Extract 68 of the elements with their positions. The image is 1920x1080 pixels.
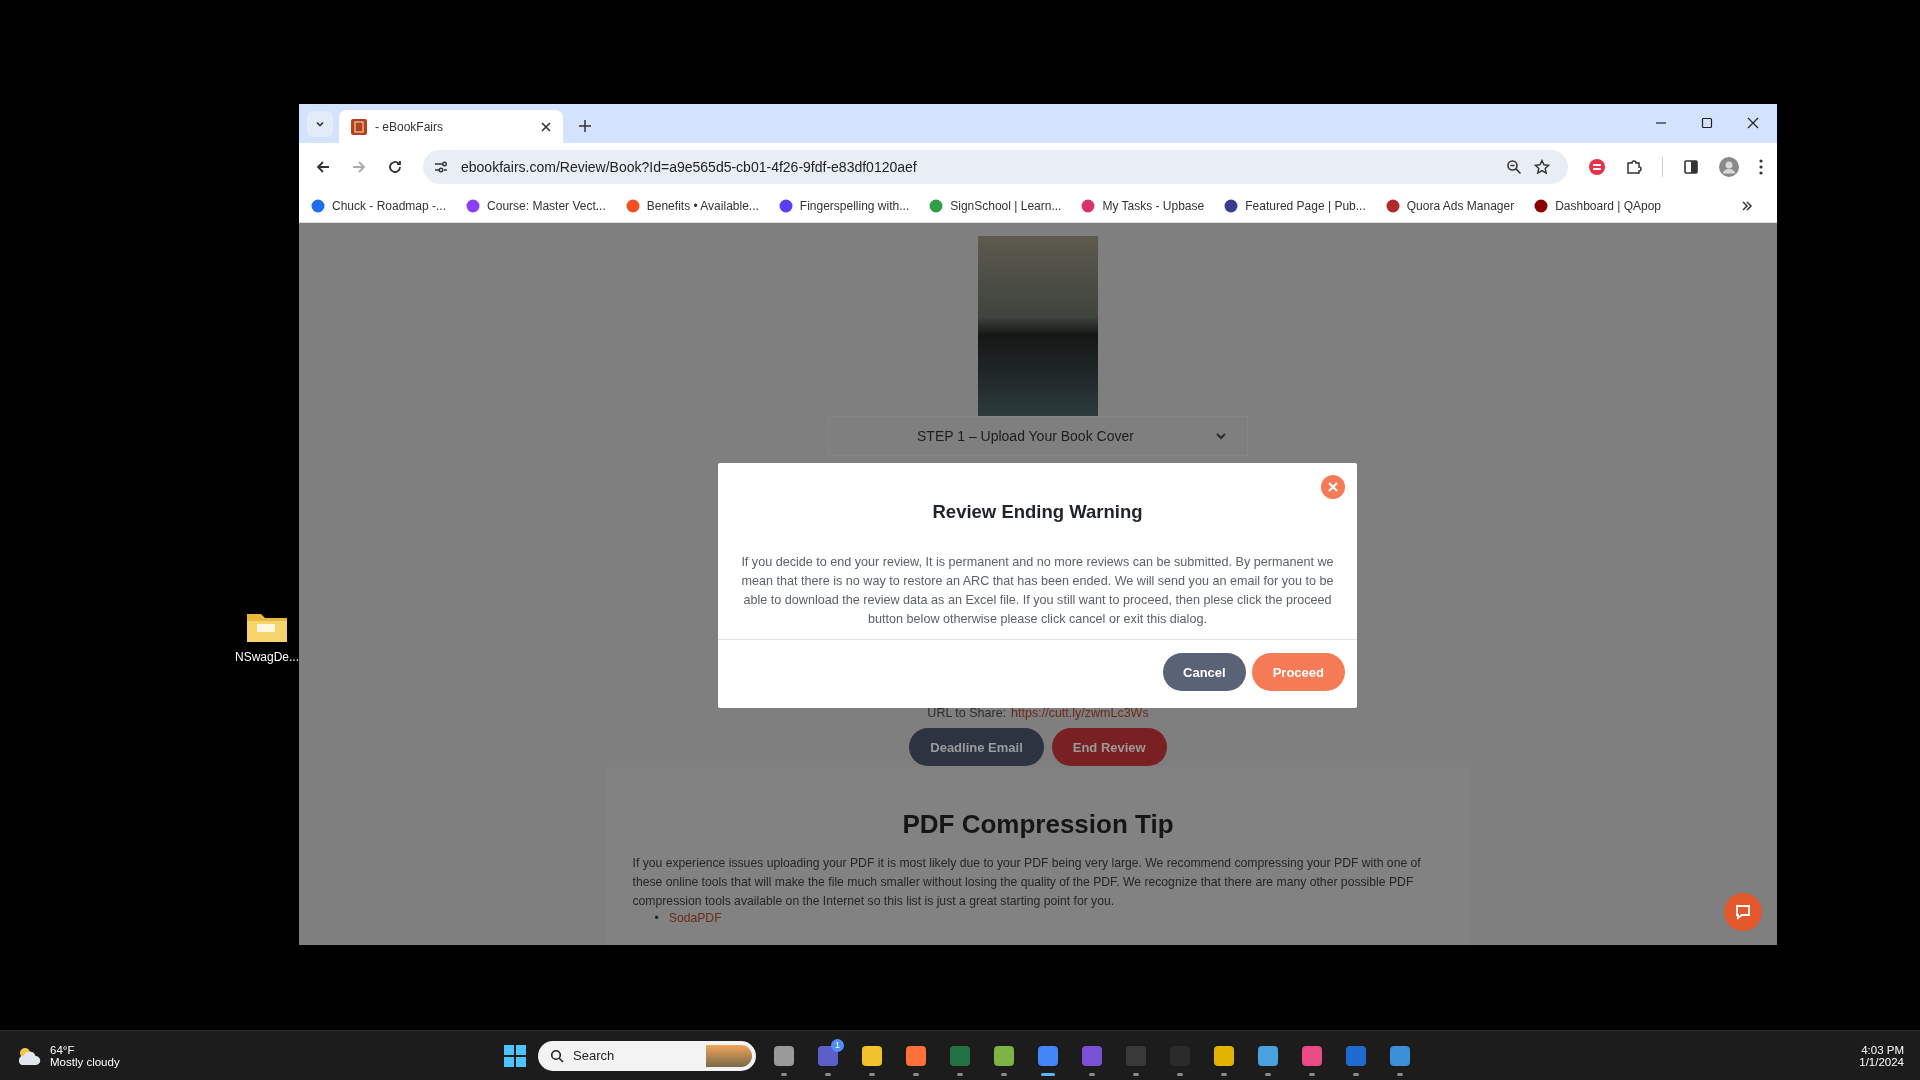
tip-text: If you experience issues uploading your PDF it is most likely due to your PDF being very large. We recommend compressing your PDF with one of these online tools that will make the file much smaller without losing the quality of the PDF. We recognize that there are many other possible PDF compression tools available on the Internet so this list is just a great starting point for you. <box>632 855 1422 910</box>
favicon-icon <box>1534 199 1549 213</box>
favicon-icon <box>929 199 944 213</box>
temperature[interactable]: 64°F <box>50 1043 120 1056</box>
favicon-icon <box>1224 199 1239 213</box>
back-arrow-icon[interactable] <box>315 158 331 175</box>
bookmark[interactable]: Chuck - Roadmap -... <box>311 199 447 213</box>
page-button[interactable]: End Review <box>1051 728 1167 766</box>
bookmark[interactable]: Fingerspelling with... <box>778 199 910 213</box>
favicon-icon <box>778 199 793 213</box>
book-favicon-icon <box>351 118 367 135</box>
favicon-icon <box>466 199 481 213</box>
start-icon[interactable] <box>504 1044 526 1067</box>
app-icon[interactable] <box>861 1044 883 1067</box>
search-field[interactable]: Search <box>538 1040 756 1071</box>
bookmark[interactable]: My Tasks - Upbase <box>1081 199 1205 213</box>
favicon-icon <box>625 199 640 213</box>
browser-tab[interactable]: - eBookFairs <box>339 110 563 143</box>
zoom-icon[interactable] <box>1506 158 1522 175</box>
app-icon[interactable] <box>1301 1044 1323 1067</box>
favicon-icon <box>1385 199 1400 213</box>
clock-time[interactable]: 4:03 PM <box>1861 1043 1904 1056</box>
star-icon[interactable] <box>1534 158 1550 175</box>
clock-date[interactable]: 1/1/2024 <box>1859 1055 1904 1068</box>
app-icon[interactable] <box>905 1044 927 1067</box>
app-icon[interactable] <box>1389 1044 1411 1067</box>
bookmark[interactable]: SignSchool | Learn... <box>929 199 1062 213</box>
bookmark[interactable]: Dashboard | QApop <box>1534 199 1661 213</box>
avatar-icon[interactable] <box>1719 156 1739 177</box>
dialog-button[interactable]: Cancel <box>1163 653 1246 691</box>
close-icon[interactable] <box>1747 117 1759 129</box>
bookmark[interactable]: Quora Ads Manager <box>1385 199 1515 213</box>
app-icon[interactable] <box>1037 1044 1059 1067</box>
new-tab-icon[interactable] <box>579 120 591 132</box>
app-icon[interactable] <box>773 1044 795 1067</box>
search-highlight-picture[interactable] <box>706 1044 752 1067</box>
dialog-title: Review Ending Warning <box>931 500 1144 523</box>
share-label: URL to Share: <box>927 706 1007 720</box>
app-icon[interactable] <box>1213 1044 1235 1067</box>
weather-condition[interactable]: Mostly cloudy <box>50 1055 120 1068</box>
favicon-icon <box>1081 199 1096 213</box>
reload-icon[interactable] <box>387 158 403 175</box>
bookmark[interactable]: Benefits • Available... <box>625 199 759 213</box>
chevrons-icon[interactable] <box>1741 200 1753 212</box>
puzzle-icon[interactable] <box>1626 158 1642 175</box>
chat-button[interactable] <box>1724 893 1762 931</box>
search-icon <box>550 1048 564 1063</box>
chevron-down-icon <box>1215 430 1227 442</box>
bullet: • <box>654 911 659 925</box>
side-panel-icon[interactable] <box>1683 158 1699 175</box>
menu-icon[interactable] <box>1759 158 1763 175</box>
desktop-icon-label[interactable]: NSwagDe... <box>235 650 299 664</box>
chat-bubble-icon <box>1734 903 1752 921</box>
close-icon[interactable] <box>541 121 551 132</box>
address-bar[interactable]: ebookfairs.com/Review/Book?Id=a9e565d5-cb01-4f26-9fdf-e83df0120aef <box>423 149 1568 184</box>
bookmark[interactable]: Course: Master Vect... <box>466 199 606 213</box>
bookmark[interactable]: Featured Page | Pub... <box>1224 199 1366 213</box>
favicon-icon <box>311 199 325 213</box>
extension-icon[interactable] <box>1588 157 1606 176</box>
page-button[interactable]: Deadline Email <box>909 728 1044 766</box>
notification-badge: 1 <box>831 1038 844 1052</box>
accordion-header[interactable]: STEP 1 – Upload Your Book Cover <box>828 416 1248 456</box>
dialog-text: If you decide to end your review, It is permanent and no more reviews can be submitted. By permanent we mean that there is no way to restore an ARC that has been ended. We will send you an email for you to be able to download the review data as an Excel file. If you still want to proceed, then plese click the proceed button below otherwise please click cancel or exit this dialog. <box>718 553 1357 640</box>
app-icon[interactable] <box>993 1044 1015 1067</box>
app-icon[interactable] <box>1257 1044 1279 1067</box>
maximize-icon[interactable] <box>1701 117 1713 129</box>
app-icon[interactable] <box>817 1044 839 1067</box>
tip-title: PDF Compression Tip <box>901 809 1175 840</box>
